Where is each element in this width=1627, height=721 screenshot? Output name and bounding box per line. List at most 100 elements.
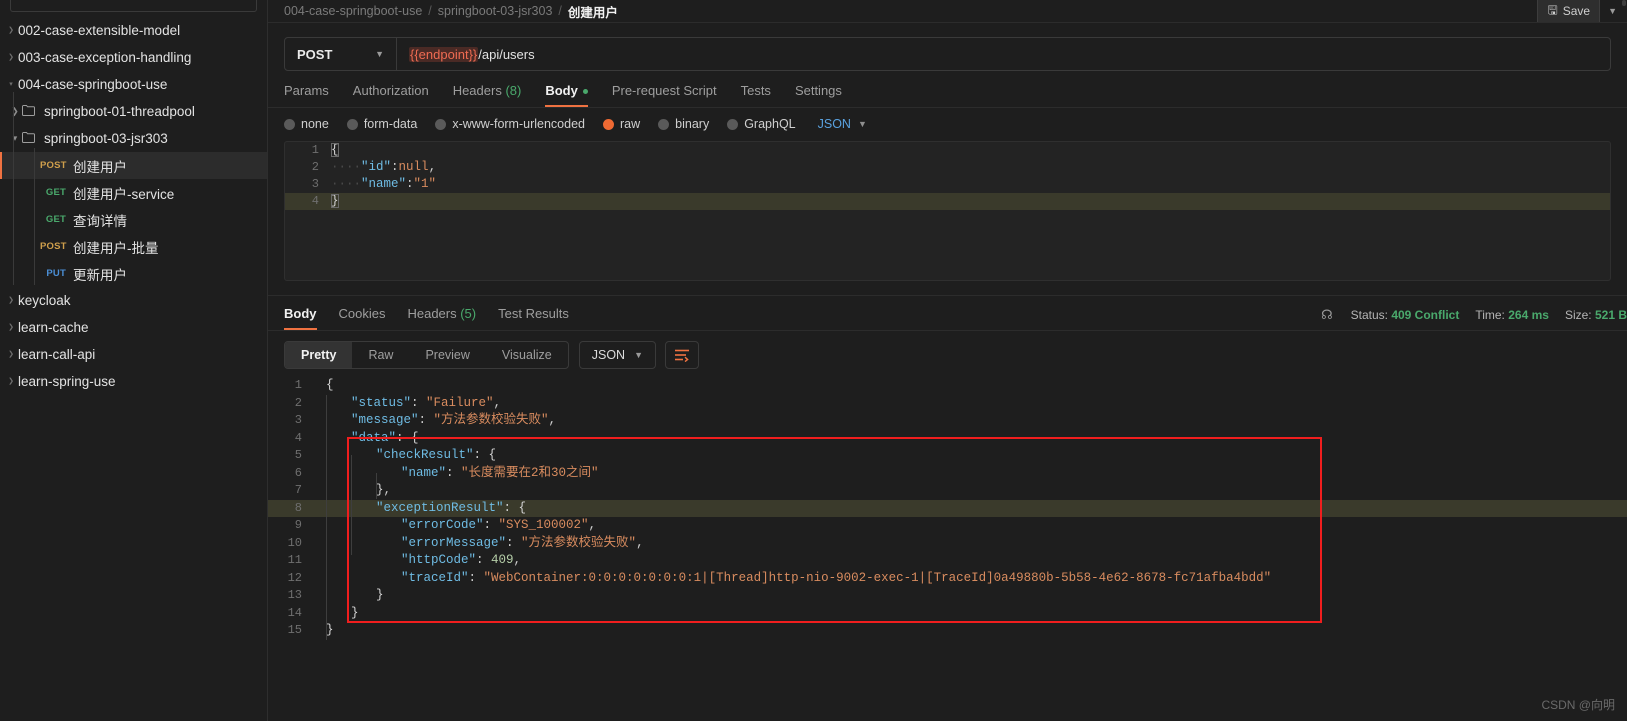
request-tab-body[interactable]: Body: [545, 83, 588, 107]
save-button[interactable]: 🖫 Save: [1537, 0, 1601, 22]
body-type-label: GraphQL: [744, 117, 796, 131]
response-code-line: 3 "message": "方法参数校验失败",: [268, 412, 1627, 430]
sidebar-item-label: learn-spring-use: [18, 374, 116, 389]
view-label: Pretty: [301, 348, 337, 362]
code-text: {: [331, 143, 339, 157]
sidebar-item-1[interactable]: ❯ 003-case-exception-handling: [0, 44, 267, 71]
response-view-preview[interactable]: Preview: [409, 342, 485, 368]
chevron-down-icon[interactable]: ▼: [1608, 6, 1617, 16]
tab-count: (8): [501, 83, 522, 98]
watermark: CSDN @向明: [1541, 698, 1615, 712]
response-view-visualize[interactable]: Visualize: [486, 342, 568, 368]
sidebar-item-0[interactable]: ❯ 002-case-extensible-model: [0, 17, 267, 44]
sidebar-item-request-8[interactable]: POST 创建用户-批量: [0, 233, 267, 260]
code-text: "checkResult": {: [376, 448, 497, 462]
chevron-down-icon[interactable]: ▾: [8, 134, 22, 143]
sidebar-item-request-6[interactable]: GET 创建用户-service: [0, 179, 267, 206]
line-number: 8: [294, 500, 302, 515]
request-body-editor[interactable]: 1{2 ····"id":null, 3 ····"name":"1" 4}: [284, 141, 1611, 281]
request-tab-pre-request-script[interactable]: Pre-request Script: [612, 83, 717, 107]
radio-icon: [658, 118, 670, 130]
sidebar-item-label: 004-case-springboot-use: [18, 77, 168, 92]
line-number: 1: [294, 378, 302, 392]
sidebar-item-label: 003-case-exception-handling: [18, 50, 192, 65]
sidebar-search-input[interactable]: [10, 0, 257, 12]
chevron-down-icon: ▼: [857, 119, 867, 129]
response-tab-headers[interactable]: Headers (5): [407, 306, 476, 330]
request-tab-settings[interactable]: Settings: [795, 83, 842, 107]
save-label: Save: [1562, 4, 1591, 18]
request-format-select[interactable]: JSON ▼: [818, 117, 867, 131]
sidebar-item-13[interactable]: ❯ learn-spring-use: [0, 368, 267, 395]
http-method-select[interactable]: POST ▼: [285, 38, 397, 70]
request-tab-tests[interactable]: Tests: [741, 83, 771, 107]
modified-dot-icon: [582, 89, 588, 95]
sidebar-item-10[interactable]: ❯ keycloak: [0, 287, 267, 314]
response-view-pretty[interactable]: Pretty: [285, 342, 353, 368]
code-text: ····"name":"1": [331, 177, 437, 191]
request-code-line: 3 ····"name":"1": [285, 176, 1610, 193]
line-number: 12: [287, 570, 302, 585]
request-tab-authorization[interactable]: Authorization: [353, 83, 429, 107]
request-tab-params[interactable]: Params: [284, 83, 329, 107]
chevron-right-icon[interactable]: ❯: [4, 297, 18, 304]
status-group: Status: 409 Conflict: [1351, 308, 1460, 322]
breadcrumb-folder[interactable]: springboot-03-jsr303: [438, 4, 553, 18]
response-body-viewer[interactable]: 1{2 "status": "Failure", 3 "message": "方法参数…: [268, 377, 1627, 655]
sidebar-item-request-9[interactable]: PUT 更新用户: [0, 260, 267, 287]
sidebar: ❯ 002-case-extensible-model ❯ 003-case-exce…: [0, 0, 268, 721]
time-group: Time: 264 ms: [1475, 308, 1549, 322]
sidebar-item-11[interactable]: ❯ learn-cache: [0, 314, 267, 341]
sidebar-item-12[interactable]: ❯ learn-call-api: [0, 341, 267, 368]
request-method-badge: GET: [45, 187, 66, 198]
line-number: 1: [311, 143, 319, 157]
response-code-line: 6 "name": "长度需要在2和30之间": [268, 465, 1627, 483]
body-type-label: raw: [620, 117, 641, 131]
save-area: 🖫 Save ▼: [1537, 0, 1617, 22]
code-text: "errorMessage": "方法参数校验失败",: [401, 535, 644, 550]
body-type-graphql[interactable]: GraphQL: [727, 117, 796, 131]
body-type-none[interactable]: none: [284, 117, 329, 131]
breadcrumb: 004-case-springboot-use / springboot-03-…: [268, 0, 1627, 22]
chevron-right-icon[interactable]: ❯: [8, 107, 22, 116]
response-meta: ☊ Status: 409 Conflict Time: 264 ms Size…: [1321, 307, 1627, 323]
chevron-right-icon[interactable]: ❯: [4, 378, 18, 385]
sidebar-item-4[interactable]: ▾ springboot-03-jsr303: [0, 125, 267, 152]
breadcrumb-collection[interactable]: 004-case-springboot-use: [284, 4, 422, 18]
window-scrollbar[interactable]: [1621, 0, 1627, 721]
http-method-value: POST: [297, 46, 333, 62]
url-input[interactable]: {{endpoint}}/api/users: [397, 38, 1610, 70]
response-format-select[interactable]: JSON ▼: [578, 341, 656, 369]
sidebar-item-2[interactable]: ▾ 004-case-springboot-use: [0, 71, 267, 98]
line-number: 9: [294, 518, 302, 532]
sidebar-item-request-7[interactable]: GET 查询详情: [0, 206, 267, 233]
body-type-form-data[interactable]: form-data: [346, 117, 417, 131]
tab-label: Headers: [407, 306, 457, 321]
response-tab-cookies[interactable]: Cookies: [339, 306, 386, 330]
chevron-right-icon[interactable]: ❯: [4, 27, 18, 34]
request-code-line: 1{: [285, 142, 1610, 159]
sidebar-item-request-5[interactable]: POST 创建用户: [0, 152, 267, 179]
chevron-right-icon[interactable]: ❯: [4, 54, 18, 61]
view-label: Raw: [368, 348, 394, 362]
line-number: 5: [294, 448, 302, 462]
sidebar-item-3[interactable]: ❯ springboot-01-threadpool: [0, 98, 267, 125]
sidebar-item-label: 创建用户: [73, 159, 127, 175]
body-type-x-www-form-urlencoded[interactable]: x-www-form-urlencoded: [435, 117, 585, 131]
status-label: Status:: [1350, 308, 1388, 322]
sidebar-item-label: keycloak: [18, 293, 71, 308]
line-number: 10: [287, 535, 302, 550]
body-type-binary[interactable]: binary: [658, 117, 709, 131]
response-view-raw[interactable]: Raw: [352, 342, 409, 368]
chevron-right-icon[interactable]: ❯: [4, 351, 18, 358]
response-tab-body[interactable]: Body: [284, 306, 317, 330]
body-type-label: x-www-form-urlencoded: [452, 117, 585, 131]
request-tab-headers[interactable]: Headers (8): [453, 83, 522, 107]
wrap-lines-button[interactable]: [665, 341, 699, 369]
response-code-line: 10 "errorMessage": "方法参数校验失败",: [268, 535, 1627, 553]
body-type-raw[interactable]: raw: [603, 117, 640, 131]
chevron-right-icon[interactable]: ❯: [4, 324, 18, 331]
response-format-value: JSON: [591, 348, 626, 362]
response-tab-test-results[interactable]: Test Results: [498, 306, 569, 330]
chevron-down-icon[interactable]: ▾: [4, 81, 18, 88]
